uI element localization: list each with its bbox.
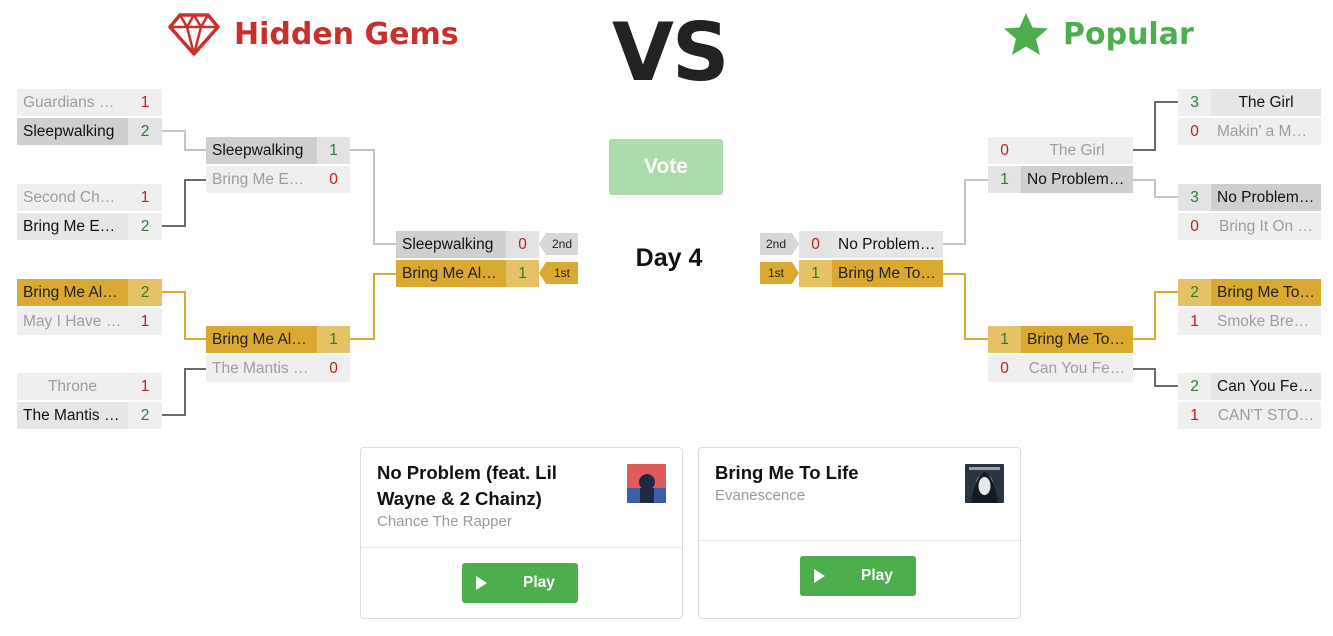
team-name[interactable]: Bring Me Al… xyxy=(17,279,128,306)
team-name[interactable]: Smoke Brea… xyxy=(1211,308,1321,335)
team-name[interactable]: No Problem … xyxy=(832,231,943,258)
play-button[interactable]: Play xyxy=(800,556,916,596)
second-place-badge: 2nd xyxy=(760,233,799,255)
song-card-right: Bring Me To Life Evanescence Play xyxy=(698,447,1021,619)
team-name[interactable]: CAN'T STO… xyxy=(1211,402,1321,429)
team-name[interactable]: Bring Me Al… xyxy=(206,326,317,353)
team-name[interactable]: The Girl xyxy=(1211,89,1321,116)
team-name[interactable]: Bring Me To … xyxy=(1021,326,1133,353)
team-name[interactable]: Bring Me Ed… xyxy=(17,213,128,240)
team-score: 1 xyxy=(1178,402,1211,429)
song-card-left: No Problem (feat. Lil Wayne & 2 Chainz) … xyxy=(360,447,683,619)
team-score: 0 xyxy=(506,231,539,258)
team-score: 0 xyxy=(1178,213,1211,240)
team-name[interactable]: No Problem … xyxy=(1211,184,1321,211)
team-name[interactable]: Throne xyxy=(17,373,128,400)
team-name[interactable]: The Mantis … xyxy=(17,402,128,429)
play-label: Play xyxy=(523,574,555,591)
team-name[interactable]: The Girl xyxy=(1021,137,1133,164)
team-name[interactable]: May I Have … xyxy=(17,308,128,335)
team-name[interactable]: Bring Me Ed… xyxy=(206,166,317,193)
song-title: No Problem (feat. Lil Wayne & 2 Chainz) xyxy=(377,462,557,509)
team-score: 1 xyxy=(988,326,1021,353)
team-score: 1 xyxy=(128,89,162,116)
team-score: 1 xyxy=(988,166,1021,193)
team-score: 1 xyxy=(128,184,162,211)
team-score: 3 xyxy=(1178,89,1211,116)
first-place-badge: 1st xyxy=(539,262,578,284)
play-button[interactable]: Play xyxy=(462,563,578,603)
team-name[interactable]: Sleepwalking xyxy=(17,118,128,145)
song-title: Bring Me To Life xyxy=(715,462,859,483)
card-divider xyxy=(361,547,682,548)
team-score: 1 xyxy=(128,308,162,335)
team-name[interactable]: Guardians o… xyxy=(17,89,128,116)
play-label: Play xyxy=(861,567,893,584)
team-name[interactable]: Bring Me To … xyxy=(1211,279,1321,306)
team-name[interactable]: Can You Fe… xyxy=(1021,355,1133,382)
team-score: 1 xyxy=(317,326,350,353)
team-score: 2 xyxy=(128,118,162,145)
album-art-icon xyxy=(627,464,666,503)
vote-button[interactable]: Vote xyxy=(609,139,723,195)
song-artist: Evanescence xyxy=(715,487,806,504)
team-score: 2 xyxy=(128,213,162,240)
song-artist: Chance The Rapper xyxy=(377,513,512,530)
team-score: 1 xyxy=(317,137,350,164)
team-name[interactable]: Second Cha… xyxy=(17,184,128,211)
team-score: 2 xyxy=(128,402,162,429)
team-score: 1 xyxy=(799,260,832,287)
team-name[interactable]: The Mantis … xyxy=(206,355,317,382)
team-score: 0 xyxy=(988,137,1021,164)
team-name[interactable]: No Problem … xyxy=(1021,166,1133,193)
team-score: 0 xyxy=(988,355,1021,382)
team-score: 1 xyxy=(128,373,162,400)
team-score: 2 xyxy=(1178,373,1211,400)
team-score: 0 xyxy=(317,355,350,382)
team-name[interactable]: Bring Me Al… xyxy=(396,260,506,287)
team-score: 3 xyxy=(1178,184,1211,211)
team-score: 0 xyxy=(317,166,350,193)
play-icon xyxy=(814,569,825,583)
first-place-badge: 1st xyxy=(760,262,799,284)
team-name[interactable]: Sleepwalking xyxy=(396,231,506,258)
team-score: 2 xyxy=(1178,279,1211,306)
card-divider xyxy=(699,540,1020,541)
team-name[interactable]: Bring It On … xyxy=(1211,213,1321,240)
team-score: 2 xyxy=(128,279,162,306)
play-icon xyxy=(476,576,487,590)
team-name[interactable]: Bring Me To … xyxy=(832,260,943,287)
team-score: 1 xyxy=(506,260,539,287)
team-name[interactable]: Can You Fe… xyxy=(1211,373,1321,400)
second-place-badge: 2nd xyxy=(539,233,578,255)
team-score: 0 xyxy=(1178,118,1211,145)
album-art-icon xyxy=(965,464,1004,503)
team-score: 0 xyxy=(799,231,832,258)
team-name[interactable]: Makin' a Move xyxy=(1211,118,1321,145)
team-score: 1 xyxy=(1178,308,1211,335)
team-name[interactable]: Sleepwalking xyxy=(206,137,317,164)
day-label: Day 4 xyxy=(635,244,703,272)
